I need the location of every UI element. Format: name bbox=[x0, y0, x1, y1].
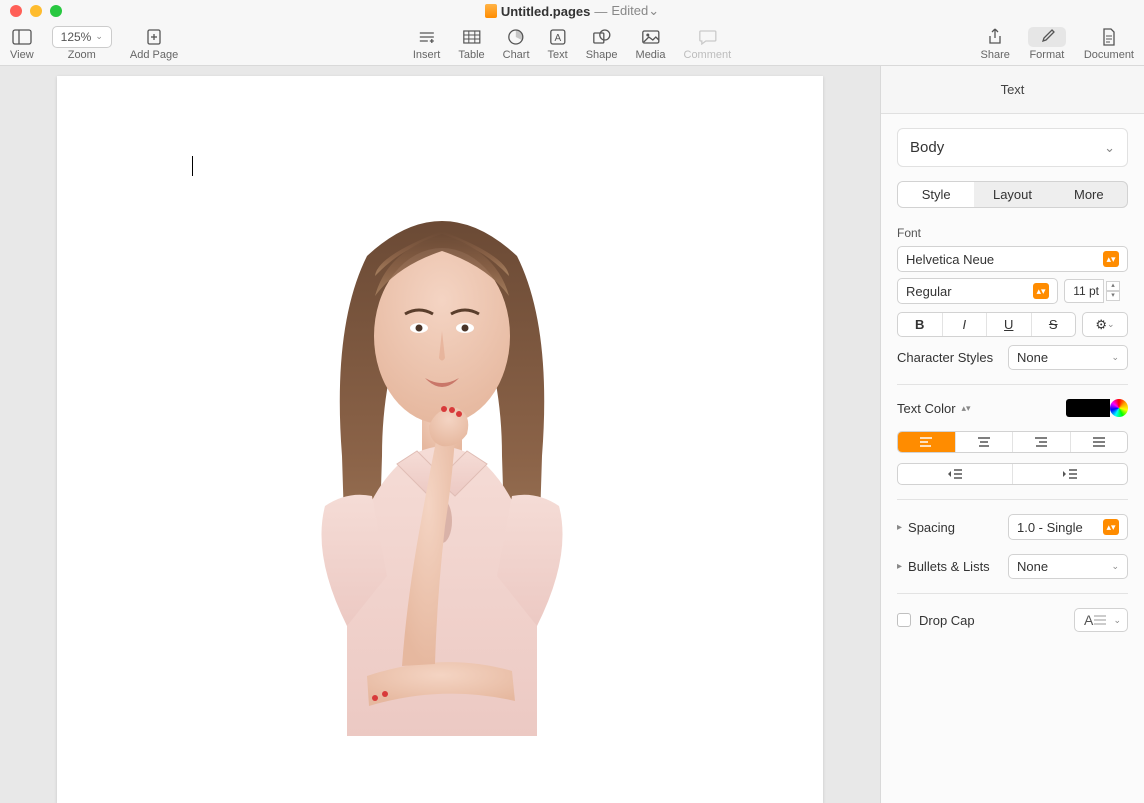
table-button[interactable]: Table bbox=[458, 27, 484, 61]
close-window-button[interactable] bbox=[10, 5, 22, 17]
indent-controls bbox=[897, 463, 1128, 485]
text-button[interactable]: A Text bbox=[548, 27, 568, 61]
gear-icon: ⚙ bbox=[1095, 317, 1107, 333]
document-name: Untitled.pages bbox=[501, 4, 591, 19]
chevron-down-icon: ⌄ bbox=[1111, 352, 1119, 363]
page[interactable] bbox=[57, 76, 823, 803]
text-color-label[interactable]: Text Color ▴▾ bbox=[897, 401, 971, 416]
format-button[interactable]: Format bbox=[1028, 27, 1066, 61]
subtab-more[interactable]: More bbox=[1051, 182, 1127, 207]
document-title: Untitled.pages — Edited⌄ bbox=[0, 3, 1144, 19]
paintbrush-icon bbox=[1038, 28, 1056, 46]
text-color-swatch[interactable] bbox=[1066, 399, 1110, 417]
share-icon bbox=[988, 28, 1002, 46]
chevron-down-icon: ⌄ bbox=[1113, 615, 1121, 626]
font-section-label: Font bbox=[897, 226, 1128, 240]
drop-cap-style-dropdown[interactable]: A ⌄ bbox=[1074, 608, 1128, 632]
updown-icon: ▴▾ bbox=[1033, 283, 1049, 299]
chart-button[interactable]: Chart bbox=[503, 27, 530, 61]
view-button[interactable]: View bbox=[10, 27, 34, 61]
drop-cap-checkbox[interactable] bbox=[897, 613, 911, 627]
text-cursor bbox=[192, 156, 193, 176]
add-page-icon bbox=[146, 28, 162, 46]
character-styles-dropdown[interactable]: None ⌄ bbox=[1008, 345, 1128, 370]
bold-button[interactable]: B bbox=[898, 313, 943, 336]
drop-cap-preview-icon: A bbox=[1081, 611, 1107, 629]
window-titlebar: Untitled.pages — Edited⌄ bbox=[0, 0, 1144, 22]
document-button[interactable]: Document bbox=[1084, 27, 1134, 61]
shape-button[interactable]: Shape bbox=[586, 27, 618, 61]
add-page-button[interactable]: Add Page bbox=[130, 27, 178, 61]
chevron-down-icon: ⌄ bbox=[1111, 561, 1119, 572]
font-family-dropdown[interactable]: Helvetica Neue ▴▾ bbox=[897, 246, 1128, 272]
document-canvas[interactable] bbox=[0, 66, 880, 803]
media-icon bbox=[642, 30, 660, 44]
align-left-button[interactable] bbox=[898, 432, 956, 452]
insert-icon bbox=[418, 30, 436, 44]
drop-cap-label: Drop Cap bbox=[919, 613, 975, 628]
document-icon bbox=[1102, 28, 1116, 46]
window-controls bbox=[10, 5, 62, 17]
character-styles-label: Character Styles bbox=[897, 350, 993, 365]
bullets-disclosure[interactable]: ▸Bullets & Lists bbox=[897, 559, 990, 574]
document-status[interactable]: Edited⌄ bbox=[611, 3, 659, 19]
media-button[interactable]: Media bbox=[636, 27, 666, 61]
shape-icon bbox=[593, 29, 611, 45]
align-center-button[interactable] bbox=[956, 432, 1014, 452]
fullscreen-window-button[interactable] bbox=[50, 5, 62, 17]
insert-button[interactable]: Insert bbox=[413, 27, 441, 61]
share-button[interactable]: Share bbox=[981, 27, 1010, 61]
color-picker-button[interactable] bbox=[1110, 399, 1128, 417]
updown-icon: ▴▾ bbox=[1103, 519, 1119, 535]
inspector-subtabs: Style Layout More bbox=[897, 181, 1128, 208]
inspector-tab-text[interactable]: Text bbox=[881, 66, 1144, 114]
comment-icon bbox=[698, 29, 716, 45]
spacing-dropdown[interactable]: 1.0 - Single ▴▾ bbox=[1008, 514, 1128, 540]
align-justify-button[interactable] bbox=[1071, 432, 1128, 452]
pages-doc-icon bbox=[485, 4, 497, 18]
chevron-down-icon: ⌄ bbox=[1104, 140, 1115, 156]
font-advanced-button[interactable]: ⚙⌄ bbox=[1082, 312, 1128, 337]
horizontal-alignment bbox=[897, 431, 1128, 453]
svg-text:A: A bbox=[1084, 612, 1094, 628]
font-size-stepper[interactable]: ▴▾ bbox=[1106, 281, 1120, 301]
svg-text:A: A bbox=[554, 33, 561, 44]
font-weight-dropdown[interactable]: Regular ▴▾ bbox=[897, 278, 1058, 304]
indent-button[interactable] bbox=[1013, 464, 1127, 484]
subtab-layout[interactable]: Layout bbox=[974, 182, 1050, 207]
table-icon bbox=[462, 30, 480, 44]
underline-button[interactable]: U bbox=[987, 313, 1032, 336]
paragraph-style-dropdown[interactable]: Body ⌄ bbox=[897, 128, 1128, 167]
zoom-button[interactable]: 125%⌄ Zoom bbox=[52, 27, 112, 61]
outdent-button[interactable] bbox=[898, 464, 1013, 484]
comment-button[interactable]: Comment bbox=[684, 27, 732, 61]
spacing-disclosure[interactable]: ▸Spacing bbox=[897, 520, 955, 535]
inserted-image[interactable] bbox=[257, 196, 627, 736]
chart-icon bbox=[507, 28, 525, 46]
minimize-window-button[interactable] bbox=[30, 5, 42, 17]
format-inspector: Text Body ⌄ Style Layout More Font Helve… bbox=[880, 66, 1144, 803]
updown-icon: ▴▾ bbox=[1103, 251, 1119, 267]
toolbar: View 125%⌄ Zoom Add Page Insert Table Ch… bbox=[0, 22, 1144, 66]
bullets-dropdown[interactable]: None ⌄ bbox=[1008, 554, 1128, 579]
italic-button[interactable]: I bbox=[943, 313, 988, 336]
align-right-button[interactable] bbox=[1013, 432, 1071, 452]
font-size-field[interactable]: 11 pt ▴▾ bbox=[1064, 278, 1128, 304]
content-area: Text Body ⌄ Style Layout More Font Helve… bbox=[0, 66, 1144, 803]
strikethrough-button[interactable]: S bbox=[1032, 313, 1076, 336]
text-icon: A bbox=[550, 29, 566, 45]
subtab-style[interactable]: Style bbox=[898, 182, 974, 207]
sidebar-icon bbox=[12, 29, 32, 45]
